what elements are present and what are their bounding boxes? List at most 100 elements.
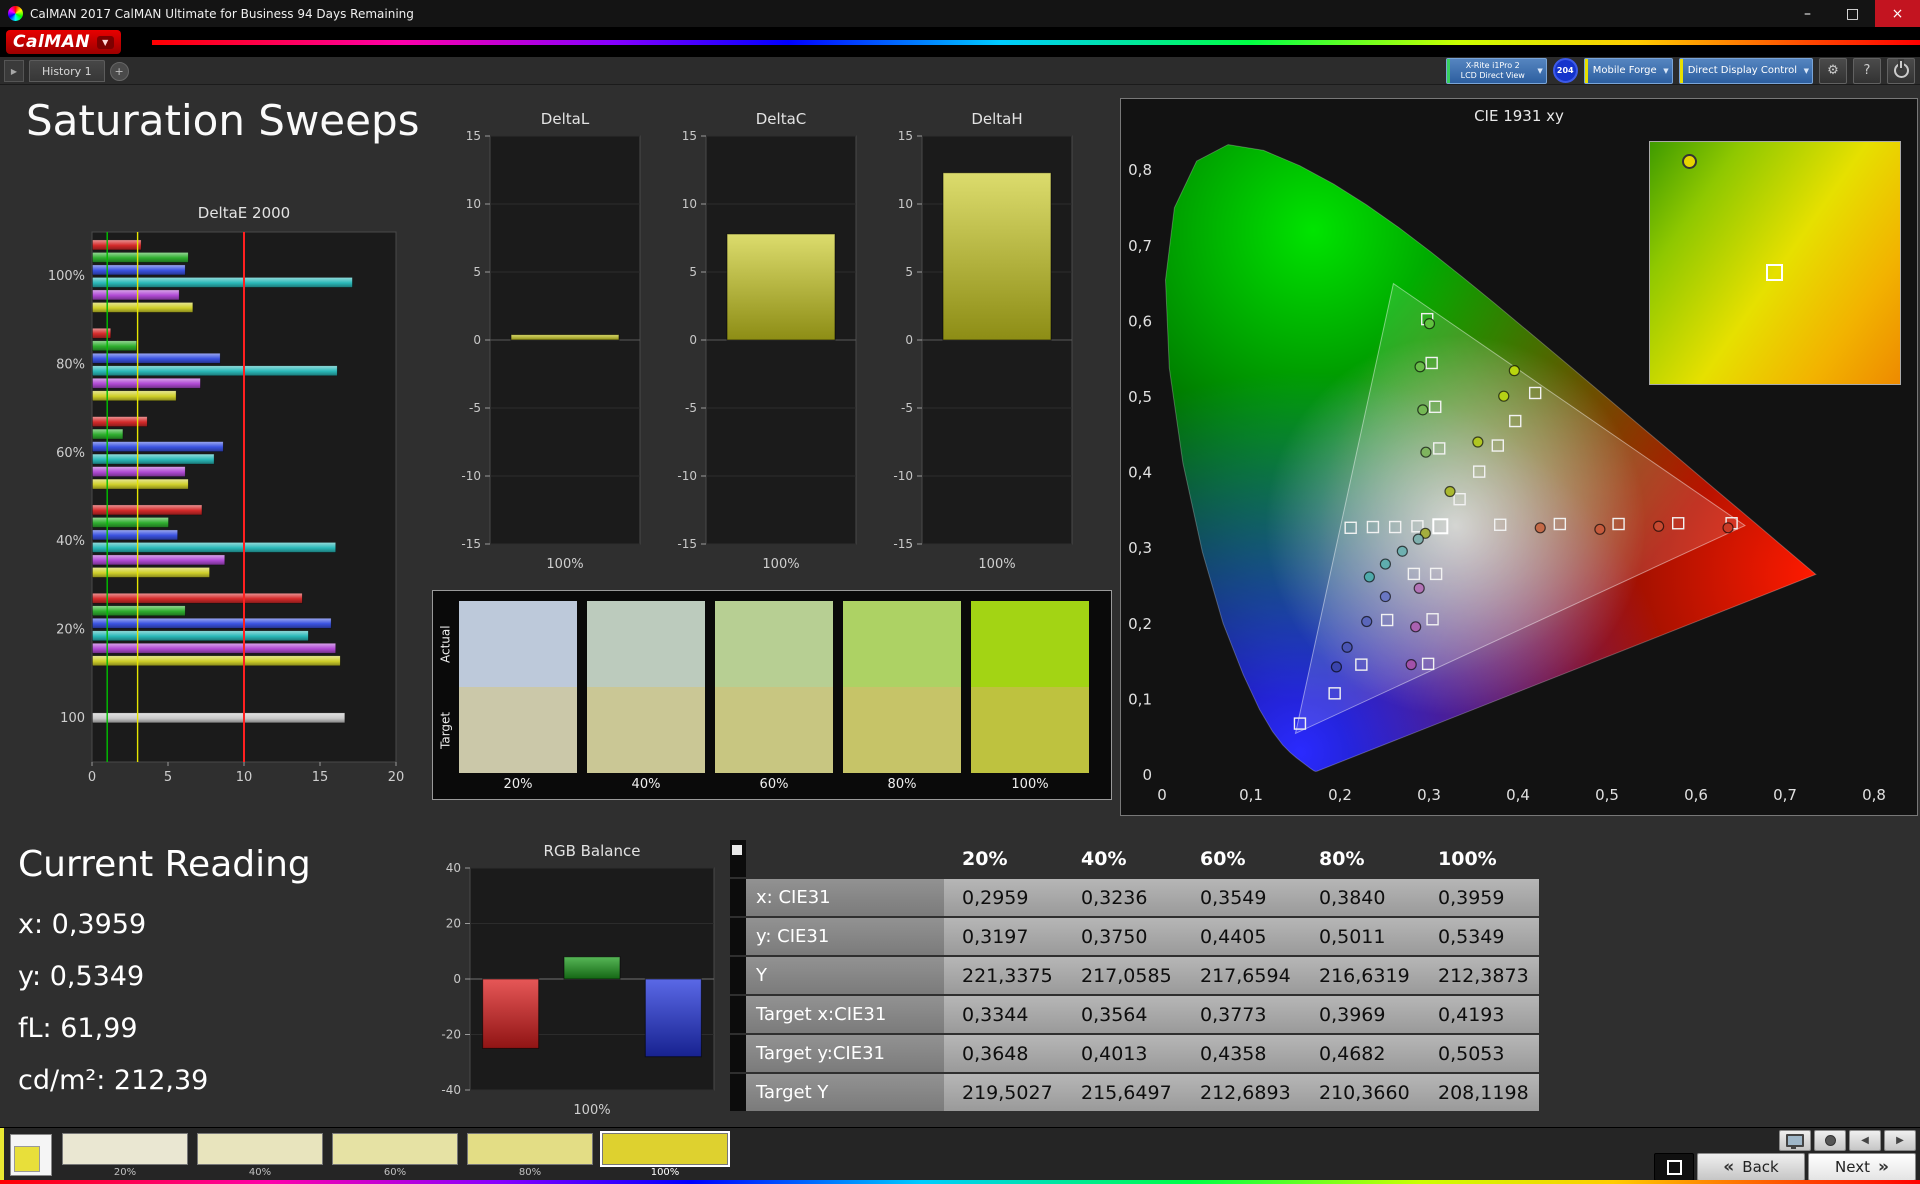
svg-text:100%: 100% — [546, 557, 583, 572]
settings-button[interactable]: ⚙ — [1819, 58, 1847, 84]
patch-swatch — [602, 1133, 728, 1165]
panel-toggle-button[interactable]: ▶ — [4, 60, 24, 82]
capture-button[interactable] — [1814, 1130, 1846, 1151]
page-title: Saturation Sweeps — [26, 96, 420, 145]
row-label: Target y:CIE31 — [746, 1035, 944, 1072]
table-cell: 0,3969 — [1301, 996, 1420, 1033]
svg-text:-15: -15 — [893, 537, 913, 551]
table-cell: 0,3344 — [944, 996, 1063, 1033]
svg-text:10: 10 — [236, 770, 253, 785]
rainbow-gradient-bar — [152, 40, 1920, 45]
svg-text:-40: -40 — [441, 1083, 461, 1097]
previous-page-small-button[interactable]: ◀ — [1849, 1130, 1881, 1151]
swatch-label: 100% — [971, 773, 1089, 795]
svg-text:10: 10 — [466, 197, 481, 211]
svg-text:0,5: 0,5 — [1128, 388, 1152, 406]
svg-text:0: 0 — [473, 333, 481, 347]
display-control-dropdown[interactable]: Direct Display Control ▼ — [1679, 58, 1813, 84]
help-button[interactable]: ? — [1853, 58, 1881, 84]
close-button[interactable]: × — [1875, 0, 1920, 27]
svg-text:0: 0 — [88, 770, 96, 785]
patch-swatch — [467, 1133, 593, 1165]
svg-text:0,1: 0,1 — [1239, 786, 1263, 804]
navigation-cluster: ◀ ▶ « Back Next » — [1654, 1130, 1916, 1181]
svg-text:20: 20 — [388, 770, 405, 785]
row-label: x: CIE31 — [746, 879, 944, 916]
row-label: Y — [746, 957, 944, 994]
svg-text:DeltaE 2000: DeltaE 2000 — [198, 204, 290, 222]
minimize-button[interactable]: – — [1785, 0, 1830, 27]
svg-text:0,6: 0,6 — [1128, 312, 1152, 330]
title-bar: CalMAN 2017 CalMAN Ultimate for Business… — [0, 0, 1920, 27]
reading-x: x: 0,3959 — [18, 899, 311, 951]
patch-label: 20% — [114, 1167, 136, 1178]
swatch-label: 20% — [459, 773, 577, 795]
patch-thumbnail[interactable]: 20% — [62, 1133, 188, 1178]
patch-thumbnail[interactable]: 100% — [602, 1133, 728, 1178]
column-header: 40% — [1063, 840, 1182, 877]
svg-text:-15: -15 — [677, 537, 697, 551]
source-dropdown[interactable]: Mobile Forge ▼ — [1584, 58, 1673, 84]
stop-icon — [1667, 1160, 1682, 1175]
next-button[interactable]: Next » — [1808, 1153, 1916, 1181]
table-cell: 0,4013 — [1063, 1035, 1182, 1072]
svg-text:-5: -5 — [901, 401, 913, 415]
swatch-label: 60% — [715, 773, 833, 795]
svg-text:0,8: 0,8 — [1862, 786, 1886, 804]
deltae-chart: DeltaE 200005101520100%80%60%40%20%100 — [44, 198, 412, 802]
actual-swatch — [843, 601, 961, 687]
patch-thumbnail[interactable]: 40% — [197, 1133, 323, 1178]
table-cell: 0,3564 — [1063, 996, 1182, 1033]
svg-text:0,3: 0,3 — [1417, 786, 1441, 804]
deltah-chart: DeltaH-15-10-5051015100% — [878, 106, 1084, 584]
column-header: 60% — [1182, 840, 1301, 877]
record-icon — [1825, 1135, 1836, 1146]
power-button[interactable] — [1887, 58, 1915, 84]
table-cell: 212,3873 — [1420, 957, 1539, 994]
svg-text:5: 5 — [164, 770, 172, 785]
stop-button[interactable] — [1654, 1153, 1694, 1181]
back-button[interactable]: « Back — [1697, 1153, 1805, 1181]
svg-text:80%: 80% — [56, 358, 85, 373]
svg-text:0,7: 0,7 — [1128, 237, 1152, 255]
table-cell: 221,3375 — [944, 957, 1063, 994]
patch-thumbnail[interactable]: 80% — [467, 1133, 593, 1178]
table-cell: 215,6497 — [1063, 1074, 1182, 1111]
calman-logo-label: CalMAN — [13, 32, 90, 52]
tab-history-1[interactable]: History 1 — [29, 60, 105, 82]
patch-thumbnail[interactable]: 60% — [332, 1133, 458, 1178]
swatch-column: 20% — [459, 601, 577, 795]
actual-swatch — [587, 601, 705, 687]
table-cell: 219,5027 — [944, 1074, 1063, 1111]
meter-mode: LCD Direct View — [1461, 71, 1525, 81]
patch-label: 100% — [651, 1167, 680, 1178]
table-cell: 0,3549 — [1182, 879, 1301, 916]
table-cell: 0,3236 — [1063, 879, 1182, 916]
svg-text:0,1: 0,1 — [1128, 690, 1152, 708]
row-label: Target x:CIE31 — [746, 996, 944, 1033]
reading-cdm2: cd/m²: 212,39 — [18, 1055, 311, 1107]
patch-window-button[interactable] — [10, 1134, 52, 1176]
target-swatch — [459, 687, 577, 773]
power-icon — [1894, 63, 1909, 78]
maximize-button[interactable]: □ — [1830, 0, 1875, 27]
next-page-small-button[interactable]: ▶ — [1884, 1130, 1916, 1151]
calman-logo-menu[interactable]: CalMAN ▼ — [6, 30, 121, 54]
meter-dropdown[interactable]: X-Rite i1Pro 2 LCD Direct View ▼ — [1446, 58, 1547, 84]
row-strip — [730, 957, 746, 994]
cie-panel: CIE 1931 xy 000,10,10,20,20,30,30,40,40,… — [1120, 98, 1918, 816]
row-label: y: CIE31 — [746, 918, 944, 955]
display-preview-button[interactable] — [1779, 1130, 1811, 1151]
inset-measured-marker — [1682, 154, 1697, 169]
swatch-column: 60% — [715, 601, 833, 795]
patch-swatch — [332, 1133, 458, 1165]
svg-text:0,4: 0,4 — [1128, 464, 1152, 482]
source-status-strip — [1585, 59, 1588, 83]
display-status-strip — [1680, 59, 1683, 83]
deltac-chart: DeltaC-15-10-5051015100% — [662, 106, 868, 584]
row-label: Target Y — [746, 1074, 944, 1111]
column-header: 80% — [1301, 840, 1420, 877]
add-tab-button[interactable]: + — [110, 62, 129, 81]
svg-text:5: 5 — [689, 265, 697, 279]
bottom-rainbow-bar — [0, 1180, 1920, 1184]
